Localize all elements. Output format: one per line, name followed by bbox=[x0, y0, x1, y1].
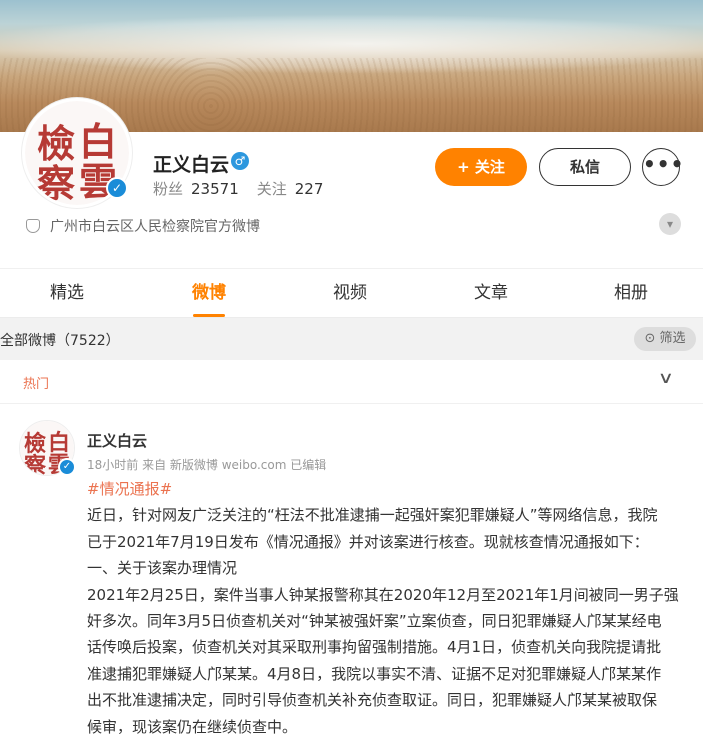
post-card: 白 雲 檢 察 ✓ 正义白云 18小时前 来自 新版微博 weibo.com 已… bbox=[0, 404, 703, 740]
post-line: 一、关于该案办理情况 bbox=[87, 559, 238, 578]
post-hashtag[interactable]: #情况通报# bbox=[87, 476, 687, 502]
verified-badge-icon: ✓ bbox=[58, 458, 76, 476]
post-line: 准逮捕犯罪嫌疑人邝某某。4月8日，我院以事实不清、证据不足对犯罪嫌疑人邝某某作 bbox=[87, 664, 662, 683]
post-author[interactable]: 正义白云 bbox=[87, 430, 147, 451]
profile-tabs: 精选 微博 视频 文章 相册 bbox=[0, 268, 703, 318]
following-label: 关注 bbox=[256, 180, 287, 198]
chevron-down-icon[interactable]: ▾ bbox=[659, 213, 681, 235]
post-line: 近日，针对网友广泛关注的“枉法不批准逮捕一起强奸案犯罪嫌疑人”等网络信息，我院 bbox=[87, 506, 658, 525]
tab-weibo[interactable]: 微博 bbox=[159, 269, 259, 319]
post-line: 2021年2月25日，案件当事人钟某报警称其在2020年12月至2021年1月间… bbox=[87, 585, 679, 604]
seal-char: 察 bbox=[24, 453, 47, 476]
fans-count: 23571 bbox=[191, 180, 239, 198]
all-posts-count: 全部微博（7522） bbox=[0, 333, 120, 349]
post-line: 话传唤后投案，侦查机关对其采取刑事拘留强制措施。4月1日，侦查机关向我院提请批 bbox=[87, 638, 662, 657]
post-line: 出不批准逮捕决定，同时引导侦查机关补充侦查取证。同日，犯罪嫌疑人邝某某被取保 bbox=[87, 691, 658, 710]
follow-button[interactable]: + 关注 bbox=[435, 148, 527, 186]
hot-label: 热门 bbox=[23, 377, 50, 392]
filter-button[interactable]: ⊙ 筛选 bbox=[634, 327, 696, 351]
tab-featured[interactable]: 精选 bbox=[17, 269, 117, 319]
description-text: 广州市白云区人民检察院官方微博 bbox=[50, 219, 260, 235]
post-line: 候审，现该案仍在继续侦查中。 bbox=[87, 717, 298, 736]
profile-description: 广州市白云区人民检察院官方微博 bbox=[26, 216, 260, 236]
following-link[interactable]: 关注 227 bbox=[257, 180, 324, 198]
post-line: 已于2021年7月19日发布《情况通报》并对该案进行核查。现就核查情况通报如下： bbox=[87, 532, 649, 551]
post-meta: 18小时前 来自 新版微博 weibo.com 已编辑 bbox=[87, 458, 327, 472]
fans-label: 粉丝 bbox=[153, 180, 184, 198]
post-line: 奸多次。同年3月5日侦查机关对“钟某被强奸案”立案侦查，同日犯罪嫌疑人邝某某经电 bbox=[87, 612, 662, 631]
filter-icon: ⊙ bbox=[644, 331, 656, 346]
hot-section[interactable]: 热门 ∨ bbox=[0, 360, 703, 404]
more-icon[interactable]: ••• bbox=[642, 148, 683, 186]
filter-label: 筛选 bbox=[659, 331, 686, 346]
post-body: #情况通报# 近日，针对网友广泛关注的“枉法不批准逮捕一起强奸案犯罪嫌疑人”等网… bbox=[87, 476, 687, 740]
profile-stats: 粉丝 23571 关注 227 bbox=[153, 178, 323, 199]
fans-link[interactable]: 粉丝 23571 bbox=[153, 180, 239, 198]
message-button[interactable]: 私信 bbox=[539, 148, 631, 186]
tab-articles[interactable]: 文章 bbox=[441, 269, 541, 319]
seal-char: 察 bbox=[37, 161, 76, 206]
tab-video[interactable]: 视频 bbox=[300, 269, 400, 319]
feed-header: 全部微博（7522） ⊙ 筛选 bbox=[0, 318, 703, 360]
verified-badge-icon: ✓ bbox=[106, 177, 128, 199]
shield-icon bbox=[26, 219, 40, 233]
male-icon: ♂ bbox=[231, 152, 249, 170]
following-count: 227 bbox=[294, 180, 324, 198]
profile-name: 正义白云 bbox=[153, 154, 230, 176]
tab-album[interactable]: 相册 bbox=[581, 269, 681, 319]
chevron-down-icon[interactable]: ∨ bbox=[658, 368, 674, 387]
